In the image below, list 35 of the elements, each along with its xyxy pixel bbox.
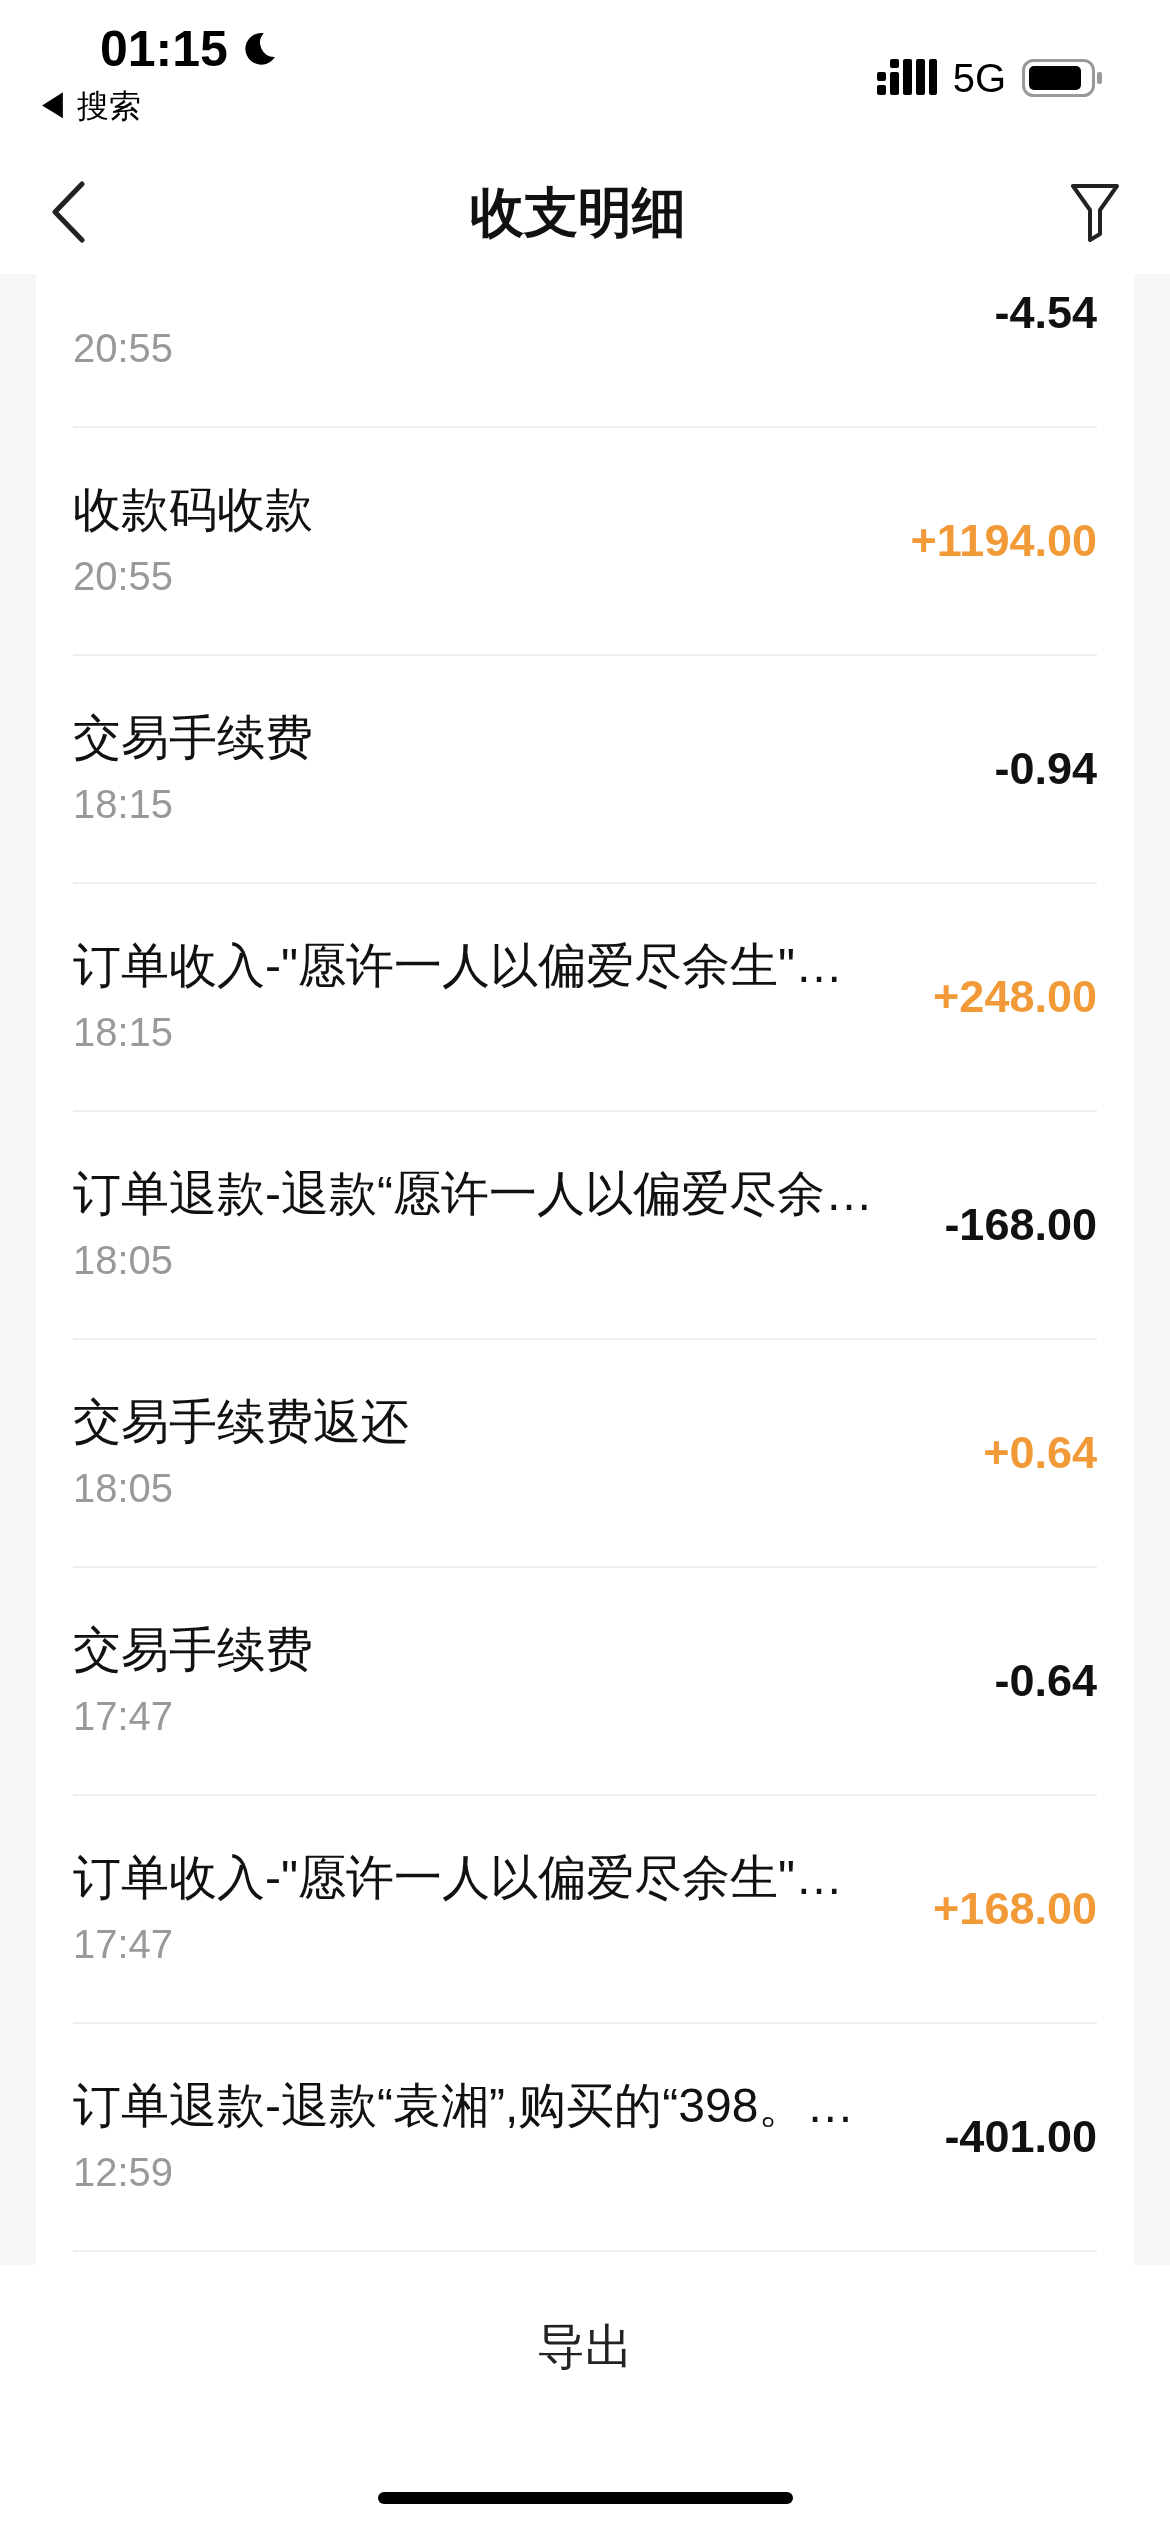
transaction-time: 18:15 [73,784,175,824]
transaction-title: 订单收入-"愿许一人以偏爱尽余生"… [73,1854,844,1902]
transaction-amount: -401.00 [944,2110,1097,2165]
transaction-time: 18:15 [73,1012,175,1052]
transaction-amount: +248.00 [933,970,1097,1025]
back-to-search-link[interactable]: ◀ 搜索 [36,90,141,122]
transaction-amount: -4.54 [994,286,1097,341]
transaction-time: 20:55 [73,328,174,368]
network-type: 5G [952,58,1006,98]
transaction-time: 18:05 [73,1468,175,1508]
transaction-amount: +168.00 [933,1882,1097,1937]
filter-icon[interactable] [1070,182,1120,242]
back-icon[interactable] [50,181,86,243]
transaction-time: 20:55 [73,556,175,596]
transaction-title: 订单退款-退款“愿许一人以偏爱尽余… [73,1170,873,1218]
transaction-time: 17:47 [73,1924,175,1964]
transaction-title: 订单退款-退款“袁湘”,购买的“398。… [73,2082,855,2130]
transaction-amount: -0.64 [994,1654,1097,1709]
transaction-amount: -0.94 [994,742,1097,797]
signal-icon [876,59,937,97]
battery-icon [1022,59,1102,97]
transaction-amount: +1194.00 [910,514,1097,569]
page-title: 收支明细 [470,180,686,244]
transaction-title: 交易手续费 [73,714,313,762]
transaction-title: 收款码收款 [73,486,313,534]
transaction-time: 18:05 [73,1240,175,1280]
transaction-title: 交易手续费 [73,1626,313,1674]
status-time: 01:15 [100,24,228,74]
transaction-title: 订单收入-"愿许一人以偏爱尽余生"… [73,942,844,990]
transaction-amount: +0.64 [983,1426,1097,1481]
transaction-time: 12:59 [73,2152,175,2192]
transaction-time: 17:47 [73,1696,175,1736]
transaction-title: 交易手续费返还 [73,1398,409,1446]
transaction-amount: -168.00 [944,1198,1097,1253]
export-button[interactable]: 导出 [513,2315,657,2379]
